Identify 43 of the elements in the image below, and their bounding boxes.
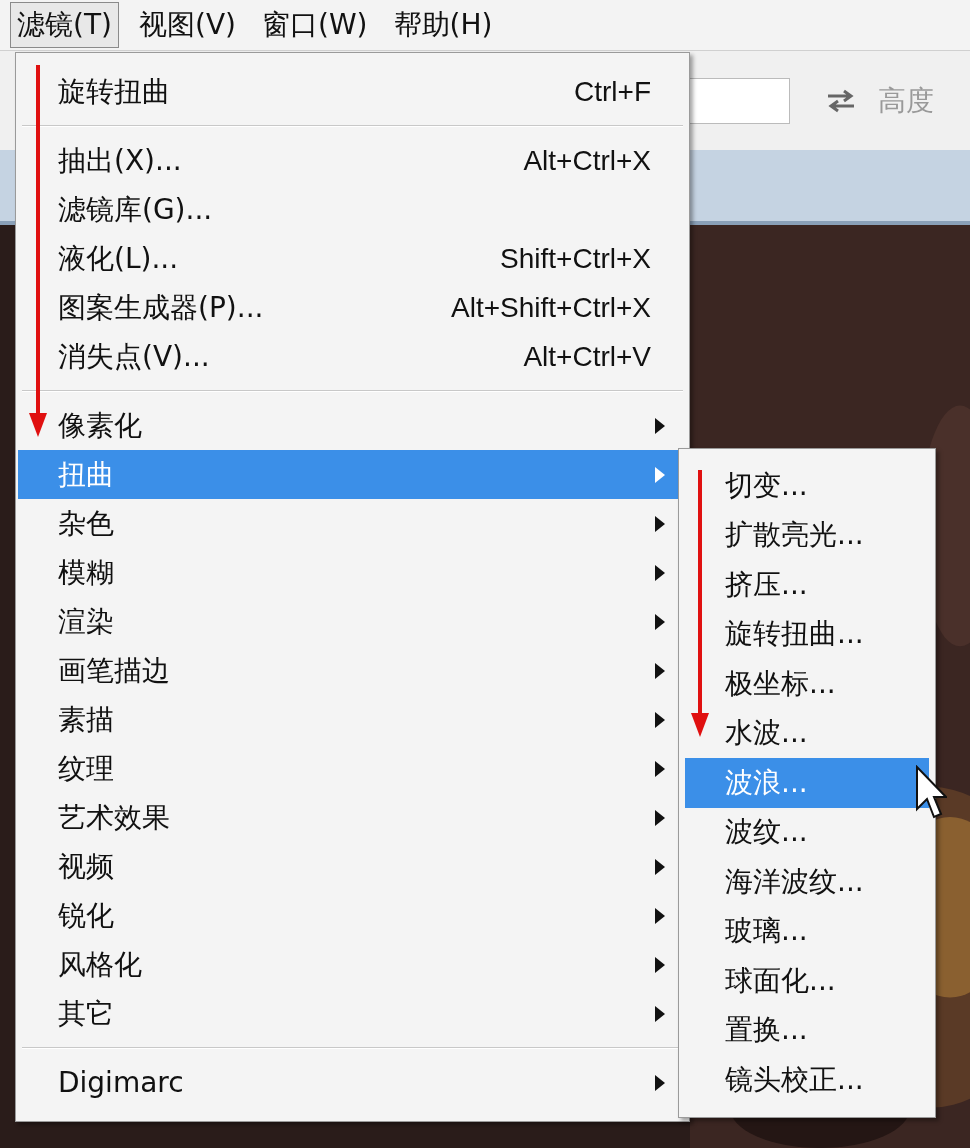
menu-item[interactable]: 极坐标... <box>685 659 929 709</box>
submenu-arrow-icon <box>655 1005 665 1022</box>
shortcut-label: Alt+Ctrl+V <box>523 339 651 374</box>
submenu-arrow-icon <box>655 956 665 973</box>
menu-item[interactable]: 旋转扭曲 Ctrl+F <box>18 67 687 116</box>
menu-item[interactable]: 切变... <box>685 461 929 511</box>
submenu-arrow-icon <box>655 1074 665 1091</box>
menu-item[interactable]: 液化(L)... Shift+Ctrl+X <box>18 234 687 283</box>
menu-title[interactable]: 帮助(H) <box>387 2 499 48</box>
submenu-arrow-icon <box>655 760 665 777</box>
menu-item[interactable]: 扩散亮光... <box>685 510 929 560</box>
menu-item[interactable]: 挤压... <box>685 560 929 610</box>
submenu-arrow-icon <box>655 809 665 826</box>
menu-item[interactable]: 置换... <box>685 1005 929 1055</box>
menu-item[interactable]: 波纹... <box>685 807 929 857</box>
menu-item[interactable]: 球面化... <box>685 956 929 1006</box>
submenu-arrow-icon <box>655 907 665 924</box>
menu-item[interactable]: 消失点(V)... Alt+Ctrl+V <box>18 332 687 381</box>
menu-item[interactable]: 玻璃... <box>685 906 929 956</box>
shortcut-label: Alt+Ctrl+X <box>523 143 651 178</box>
submenu-arrow-icon <box>655 417 665 434</box>
menu-item[interactable]: 图案生成器(P)... Alt+Shift+Ctrl+X <box>18 283 687 332</box>
shortcut-label: Ctrl+F <box>574 74 651 109</box>
shortcut-label: Alt+Shift+Ctrl+X <box>451 290 651 325</box>
submenu-arrow-icon <box>655 564 665 581</box>
shortcut-label: Shift+Ctrl+X <box>500 241 651 276</box>
submenu-arrow-icon <box>655 613 665 630</box>
menu-title[interactable]: 滤镜(T) <box>10 2 119 48</box>
menu-item[interactable]: 像素化 <box>18 401 687 450</box>
submenu-arrow-icon <box>655 858 665 875</box>
submenu-arrow-icon <box>655 466 665 483</box>
submenu-arrow-icon <box>655 711 665 728</box>
menu-item[interactable]: 水波... <box>685 708 929 758</box>
menu-title[interactable]: 视图(V) <box>132 2 242 48</box>
menu-item[interactable]: 旋转扭曲... <box>685 609 929 659</box>
submenu-arrow-icon <box>655 662 665 679</box>
menu-item[interactable]: 滤镜库(G)... <box>18 185 687 234</box>
menu-item[interactable]: 镜头校正... <box>685 1055 929 1105</box>
height-label: 高度 <box>878 82 934 119</box>
submenu-arrow-icon <box>655 515 665 532</box>
menu-title[interactable]: 窗口(W) <box>255 2 374 48</box>
menu-item[interactable]: 海洋波纹... <box>685 857 929 907</box>
menu-item[interactable]: 抽出(X)... Alt+Ctrl+X <box>18 136 687 185</box>
